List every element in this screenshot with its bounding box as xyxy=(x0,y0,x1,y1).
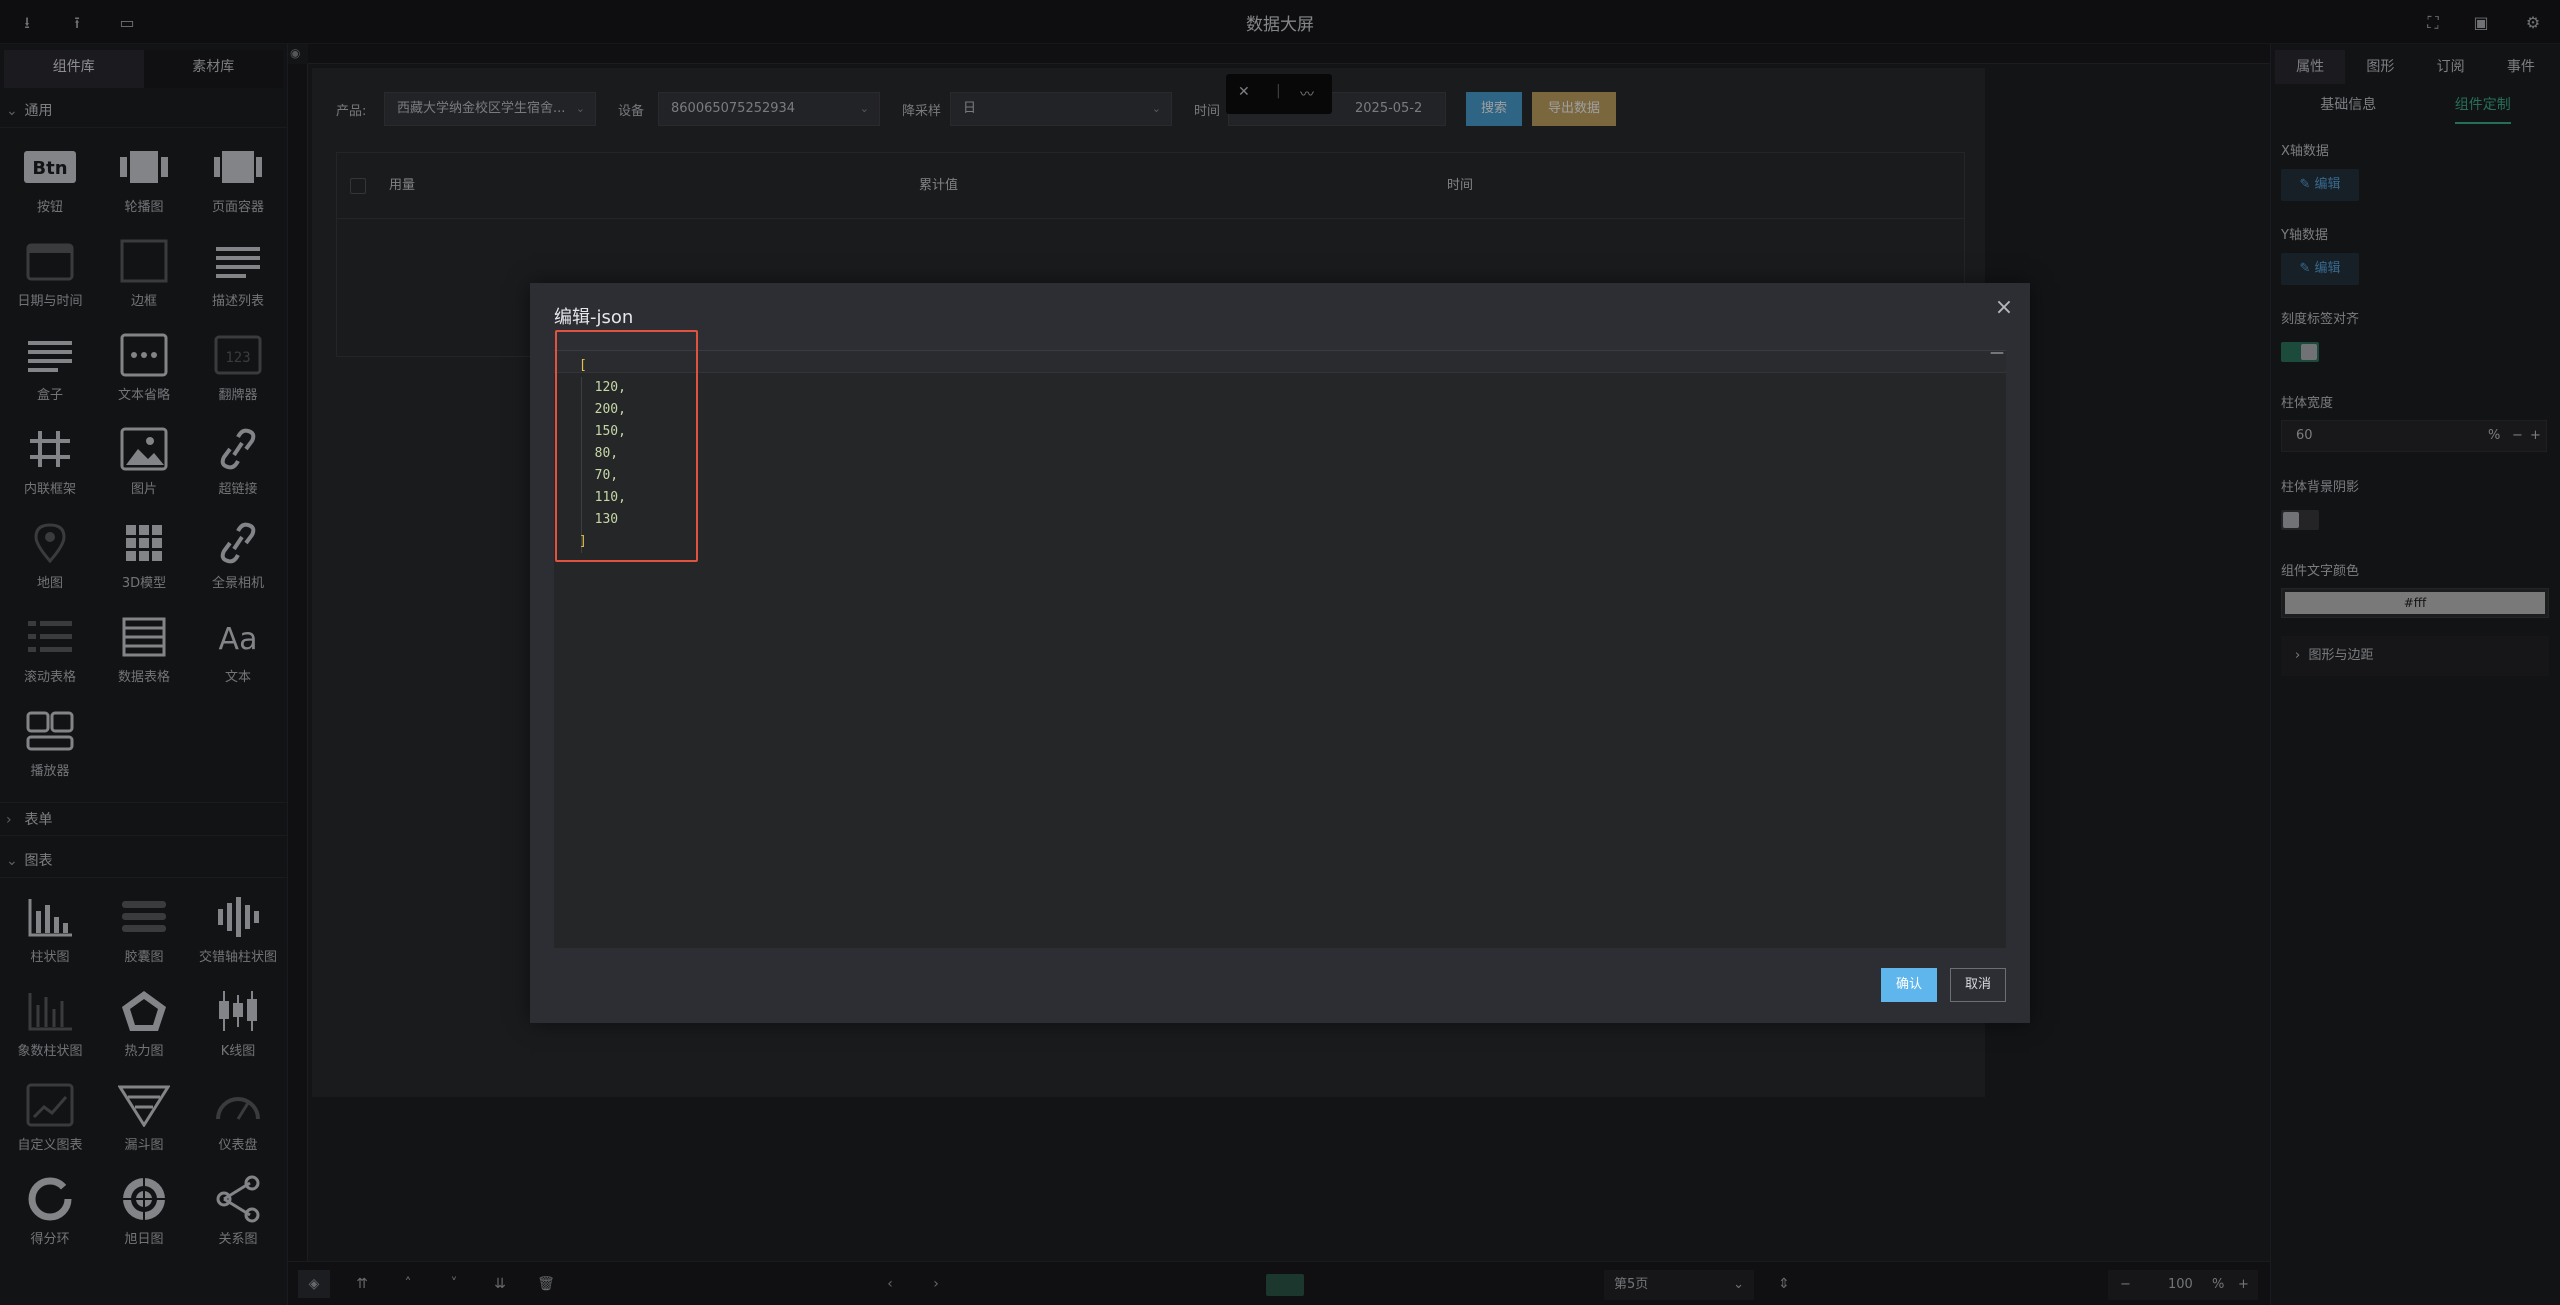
edit-json-dialog: 编辑-json × — [ 120, 200, 150, 80, 70, 110… xyxy=(530,283,2030,1023)
close-icon[interactable]: × xyxy=(1992,297,2016,321)
cancel-button[interactable]: 取消 xyxy=(1950,968,2006,1002)
minimize-icon[interactable]: — xyxy=(1990,345,2004,361)
highlight-annotation-box xyxy=(555,330,698,562)
dialog-title: 编辑-json xyxy=(554,307,634,328)
json-editor[interactable]: — [ 120, 200, 150, 80, 70, 110, 130 ] xyxy=(554,345,2006,948)
confirm-button[interactable]: 确认 xyxy=(1881,968,1937,1002)
